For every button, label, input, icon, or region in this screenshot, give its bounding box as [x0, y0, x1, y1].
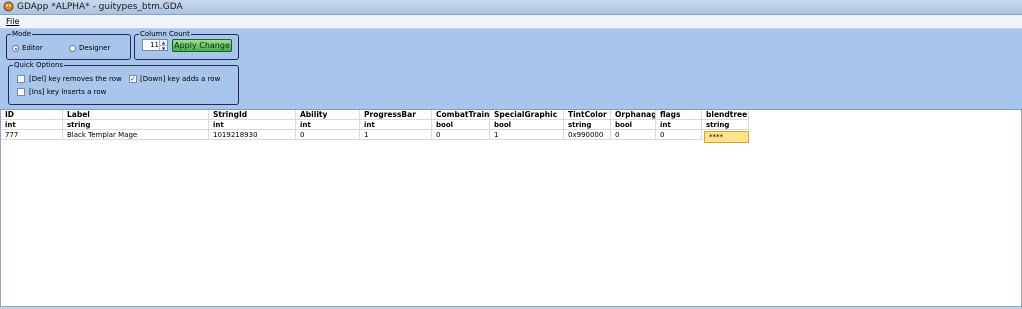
data-grid[interactable]: ID Label StringId Ability ProgressBar Co…	[0, 110, 1022, 309]
type-cell[interactable]: string	[63, 120, 209, 130]
type-cell[interactable]: int	[360, 120, 432, 130]
quick-options-group: Quick Options [Del] key removes the row …	[8, 60, 239, 105]
grid-cell[interactable]: 0	[656, 130, 702, 140]
quick-options-label: Quick Options	[13, 60, 65, 70]
column-header-combattrain[interactable]: CombatTrain	[432, 110, 490, 120]
column-header-label[interactable]: Label	[63, 110, 209, 120]
grid-cell[interactable]: 0x990000	[564, 130, 611, 140]
title-bar: GDApp *ALPHA* - guitypes_btm.GDA	[0, 0, 1022, 15]
grid-cell[interactable]: 1	[360, 130, 432, 140]
ins-inserts-row-label[interactable]: [Ins] key inserts a row	[29, 88, 106, 97]
grid-cell[interactable]: 1	[490, 130, 564, 140]
column-header-tintcolor[interactable]: TintColor	[564, 110, 611, 120]
column-header-specialgraphic[interactable]: SpecialGraphic	[490, 110, 564, 120]
column-header-orphanag[interactable]: Orphanag	[611, 110, 656, 120]
column-count-label: Column Count	[139, 29, 191, 39]
type-cell[interactable]: int	[296, 120, 360, 130]
column-count-spinner[interactable]: 11 ▲ ▼	[142, 39, 168, 51]
mode-group-label: Mode	[11, 29, 33, 39]
grid-cell[interactable]: 777	[1, 130, 63, 140]
ins-inserts-row-checkbox[interactable]	[17, 88, 25, 96]
down-adds-row-checkbox[interactable]: ✓	[129, 75, 137, 83]
spinner-buttons: ▲ ▼	[159, 40, 167, 51]
type-cell[interactable]: string	[564, 120, 611, 130]
menu-bar: File	[0, 15, 1022, 29]
designer-radio[interactable]	[69, 45, 76, 52]
down-adds-row-label[interactable]: [Down] key adds a row	[140, 75, 220, 84]
grid-cell-selected[interactable]: ****	[704, 131, 749, 143]
column-header-ability[interactable]: Ability	[296, 110, 360, 120]
grid-cell[interactable]: 0	[296, 130, 360, 140]
column-header-stringid[interactable]: StringId	[209, 110, 296, 120]
column-header-blendtree[interactable]: blendtree	[702, 110, 749, 120]
options-panel: Mode Editor Designer Column Count 11 ▲ ▼…	[0, 29, 1022, 110]
del-removes-row-label[interactable]: [Del] key removes the row	[29, 75, 122, 84]
grid-cell[interactable]: 0	[611, 130, 656, 140]
grid-cell[interactable]: 1019218930	[209, 130, 296, 140]
menu-file[interactable]: File	[6, 16, 19, 27]
type-cell[interactable]: bool	[611, 120, 656, 130]
spinner-down-icon[interactable]: ▼	[160, 45, 167, 51]
app-icon	[3, 1, 14, 12]
column-count-value[interactable]: 11	[145, 41, 159, 50]
editor-radio[interactable]	[12, 45, 19, 52]
type-cell[interactable]: int	[209, 120, 296, 130]
column-header-id[interactable]: ID	[1, 110, 63, 120]
type-cell[interactable]: int	[1, 120, 63, 130]
apply-change-button[interactable]: Apply Change	[172, 39, 232, 52]
grid-cell[interactable]: 0	[432, 130, 490, 140]
type-cell[interactable]: string	[702, 120, 749, 130]
type-cell[interactable]: int	[656, 120, 702, 130]
mode-group: Mode Editor Designer	[6, 29, 131, 60]
column-header-progressbar[interactable]: ProgressBar	[360, 110, 432, 120]
window-title: GDApp *ALPHA* - guitypes_btm.GDA	[17, 2, 183, 12]
editor-radio-label[interactable]: Editor	[22, 44, 43, 53]
column-header-flags[interactable]: flags	[656, 110, 702, 120]
grid-cell[interactable]: Black Templar Mage	[63, 130, 209, 140]
designer-radio-label[interactable]: Designer	[79, 44, 110, 53]
type-cell[interactable]: bool	[432, 120, 490, 130]
del-removes-row-checkbox[interactable]	[17, 75, 25, 83]
type-cell[interactable]: bool	[490, 120, 564, 130]
